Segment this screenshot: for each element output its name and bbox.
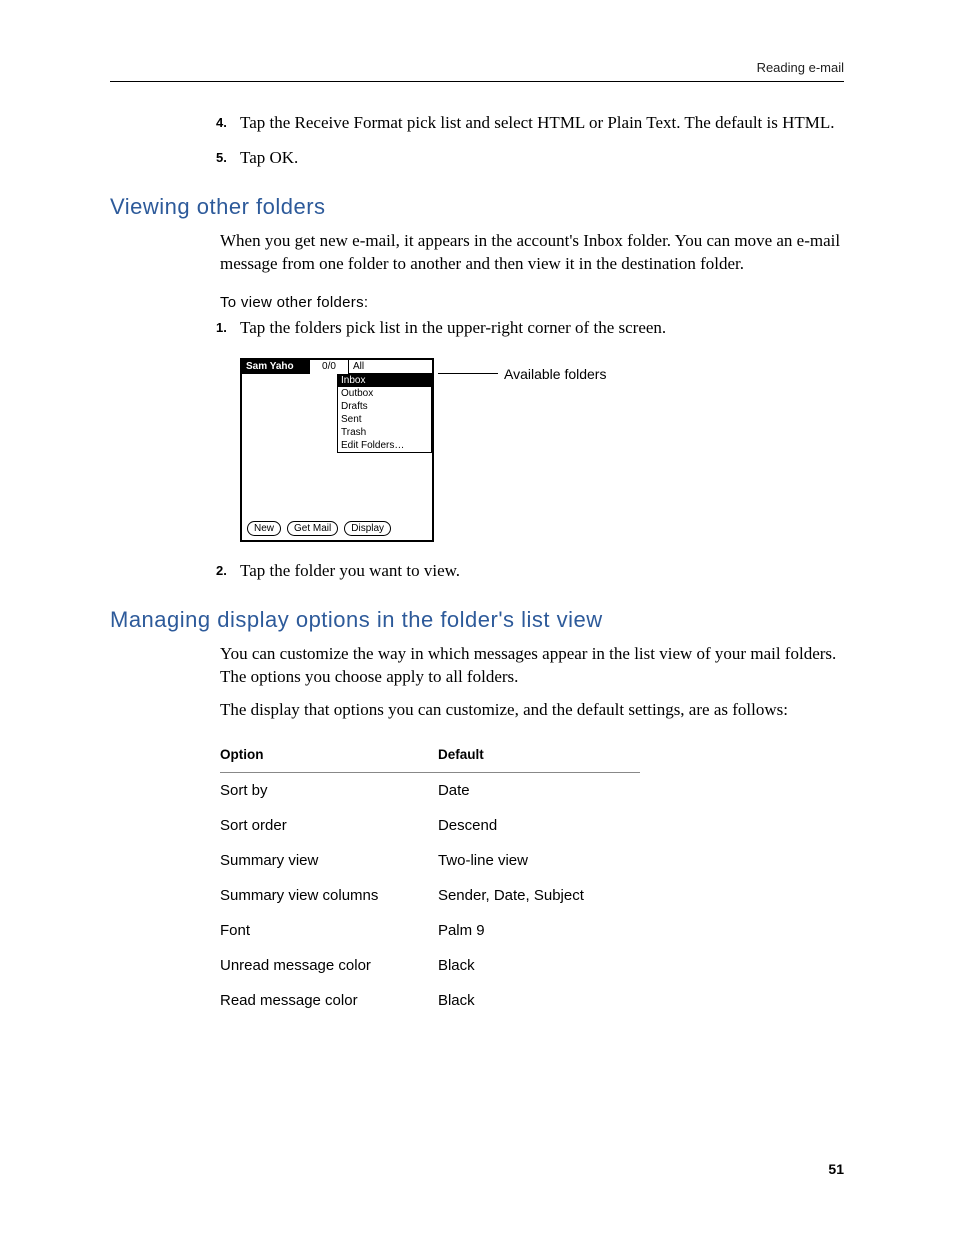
table-row: Font Palm 9 (220, 913, 640, 948)
message-count: 0/0 (310, 360, 349, 374)
account-name: Sam Yaho (242, 360, 310, 374)
table-row: Unread message color Black (220, 948, 640, 983)
default-cell: Palm 9 (438, 913, 640, 948)
option-cell: Read message color (220, 983, 438, 1018)
section-a-intro: When you get new e-mail, it appears in t… (220, 230, 844, 276)
step-text: Tap OK. (240, 148, 298, 167)
table-row: Summary view columns Sender, Date, Subje… (220, 878, 640, 913)
section-heading-viewing-other-folders: Viewing other folders (110, 194, 844, 220)
get-mail-button[interactable]: Get Mail (287, 521, 338, 536)
step-text: Tap the folders pick list in the upper-r… (240, 318, 666, 337)
option-cell: Sort order (220, 808, 438, 843)
table-row: Sort by Date (220, 773, 640, 809)
step-number: 2. (216, 562, 227, 580)
display-button[interactable]: Display (344, 521, 391, 536)
procedure-step-list: 1. Tap the folders pick list in the uppe… (220, 317, 844, 340)
running-header: Reading e-mail (110, 60, 844, 75)
option-cell: Summary view (220, 843, 438, 878)
table-row: Sort order Descend (220, 808, 640, 843)
header-rule (110, 81, 844, 82)
folder-menu: Inbox Outbox Drafts Sent Trash Edit Fold… (337, 374, 432, 453)
step: 1. Tap the folders pick list in the uppe… (220, 317, 844, 340)
default-cell: Black (438, 983, 640, 1018)
table-header-option: Option (220, 741, 438, 773)
step: 4. Tap the Receive Format pick list and … (220, 112, 844, 135)
section-b-para2: The display that options you can customi… (220, 699, 844, 722)
step-number: 4. (216, 114, 227, 132)
section-heading-managing-display-options: Managing display options in the folder's… (110, 607, 844, 633)
default-cell: Two-line view (438, 843, 640, 878)
device-button-row: New Get Mail Display (247, 521, 391, 536)
top-step-list: 4. Tap the Receive Format pick list and … (220, 112, 844, 170)
device-screenshot: Sam Yaho 0/0 All Inbox Outbox Drafts Sen… (240, 358, 434, 542)
device-titlebar: Sam Yaho 0/0 All (242, 360, 432, 374)
folder-menu-item-edit[interactable]: Edit Folders… (338, 439, 431, 452)
default-cell: Date (438, 773, 640, 809)
option-cell: Unread message color (220, 948, 438, 983)
step-text: Tap the Receive Format pick list and sel… (240, 113, 835, 132)
option-cell: Summary view columns (220, 878, 438, 913)
option-cell: Font (220, 913, 438, 948)
page-number: 51 (828, 1161, 844, 1177)
display-options-table: Option Default Sort by Date Sort order D… (220, 741, 640, 1018)
step-number: 1. (216, 319, 227, 337)
folder-menu-item-drafts[interactable]: Drafts (338, 400, 431, 413)
folder-menu-item-trash[interactable]: Trash (338, 426, 431, 439)
callout-leader-line (438, 373, 498, 374)
step-text: Tap the folder you want to view. (240, 561, 460, 580)
folder-menu-item-inbox[interactable]: Inbox (338, 374, 431, 387)
callout-text: Available folders (504, 366, 606, 382)
step-number: 5. (216, 149, 227, 167)
table-row: Read message color Black (220, 983, 640, 1018)
section-b-para1: You can customize the way in which messa… (220, 643, 844, 689)
default-cell: Sender, Date, Subject (438, 878, 640, 913)
procedure-heading: To view other folders: (220, 294, 844, 311)
figure-callout: Available folders (444, 366, 606, 382)
folder-menu-item-outbox[interactable]: Outbox (338, 387, 431, 400)
folder-picklist[interactable]: All (349, 360, 432, 374)
default-cell: Black (438, 948, 640, 983)
procedure-step-list: 2. Tap the folder you want to view. (220, 560, 844, 583)
default-cell: Descend (438, 808, 640, 843)
table-row: Summary view Two-line view (220, 843, 640, 878)
folder-menu-item-sent[interactable]: Sent (338, 413, 431, 426)
step: 5. Tap OK. (220, 147, 844, 170)
step: 2. Tap the folder you want to view. (220, 560, 844, 583)
option-cell: Sort by (220, 773, 438, 809)
table-header-default: Default (438, 741, 640, 773)
new-button[interactable]: New (247, 521, 281, 536)
figure-folders-picklist: Sam Yaho 0/0 All Inbox Outbox Drafts Sen… (240, 358, 844, 542)
